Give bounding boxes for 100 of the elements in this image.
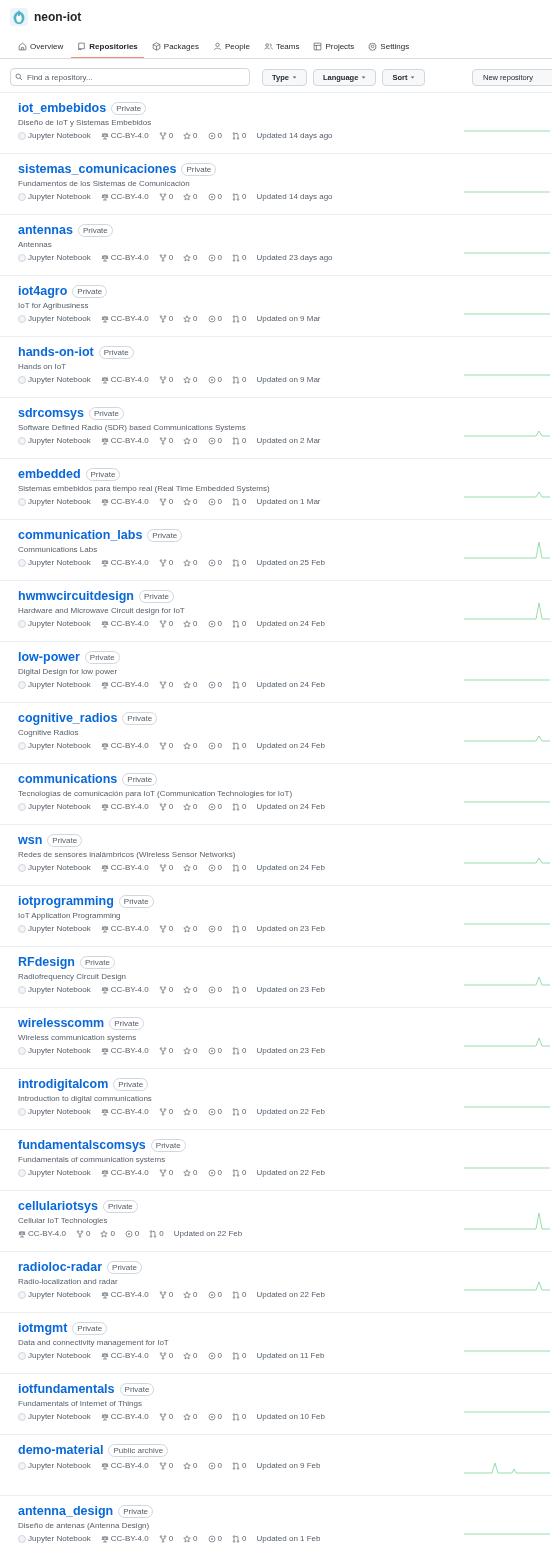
language-dot <box>18 436 26 445</box>
pull-request-icon <box>232 619 240 628</box>
repository-link[interactable]: iotmgmt <box>18 1321 68 1335</box>
license-label: CC-BY-4.0 <box>110 131 149 140</box>
star-count: 0 <box>193 314 198 323</box>
repository-link[interactable]: communications <box>18 772 118 786</box>
issue-icon <box>207 375 216 384</box>
repository-link[interactable]: sistemas_comunicaciones <box>18 162 177 176</box>
updated-time: Updated on 24 Feb <box>256 619 325 628</box>
language-dot <box>18 558 26 567</box>
org-logo-icon <box>10 8 28 26</box>
repository-link[interactable]: antennas <box>18 223 73 237</box>
updated-time: Updated on 24 Feb <box>256 741 325 750</box>
repository-link[interactable]: fundamentalscomsys <box>18 1138 146 1152</box>
issue-icon <box>207 863 216 872</box>
issue-count: 0 <box>217 375 222 384</box>
language-dot <box>18 1107 26 1116</box>
updated-time: Updated on 22 Feb <box>256 1107 325 1116</box>
repository-link[interactable]: iot4agro <box>18 284 68 298</box>
language-label: Jupyter Notebook <box>28 1412 91 1421</box>
license-label: CC-BY-4.0 <box>110 375 149 384</box>
repository-link[interactable]: antenna_design <box>18 1504 114 1518</box>
repository-link[interactable]: hands-on-iot <box>18 345 94 359</box>
language-dot <box>18 497 26 506</box>
nav-tab[interactable]: Overview <box>12 36 70 58</box>
issue-count: 0 <box>217 1351 222 1360</box>
repository-link[interactable]: hwmwcircuitdesign <box>18 589 134 603</box>
issue-icon <box>207 253 216 262</box>
fork-count: 0 <box>168 253 174 262</box>
license-label: CC-BY-4.0 <box>110 802 149 811</box>
updated-time: Updated on 10 Feb <box>256 1412 325 1421</box>
pull-request-icon <box>232 1107 240 1116</box>
issue-icon <box>207 1107 216 1116</box>
language-dot <box>18 741 26 750</box>
language-label: Jupyter Notebook <box>28 558 91 567</box>
fork-count: 0 <box>168 1168 174 1177</box>
pull-request-count: 0 <box>242 1168 247 1177</box>
repository-link[interactable]: cognitive_radios <box>18 711 118 725</box>
star-count: 0 <box>193 863 198 872</box>
nav-tab[interactable]: Teams <box>257 36 306 58</box>
pull-request-icon <box>232 680 240 689</box>
updated-time: Updated on 25 Feb <box>256 558 325 567</box>
repository-description: Fundamentals of Internet of Things <box>18 1399 143 1408</box>
scale-icon <box>100 1534 109 1543</box>
fork-icon <box>158 436 167 445</box>
nav-tab[interactable]: Repositories <box>71 36 144 58</box>
fork-icon <box>158 497 167 506</box>
star-count: 0 <box>193 497 198 506</box>
star-icon <box>183 192 192 201</box>
repository-link[interactable]: iot_embebidos <box>18 101 107 115</box>
nav-tab[interactable]: People <box>206 36 256 58</box>
repository-link[interactable]: iotfundamentals <box>18 1382 115 1396</box>
repository-link[interactable]: demo-material <box>18 1443 104 1457</box>
updated-time: Updated on 9 Mar <box>256 375 321 384</box>
scale-icon <box>100 192 109 201</box>
star-count: 0 <box>193 1534 198 1543</box>
issue-icon <box>207 314 216 323</box>
fork-count: 0 <box>168 680 174 689</box>
nav-tab[interactable]: Settings <box>362 36 416 58</box>
repository-description: Cognitive Radios <box>18 728 80 737</box>
scale-icon <box>100 1107 109 1116</box>
pull-request-icon <box>232 1351 240 1360</box>
updated-time: Updated on 2 Mar <box>256 436 321 445</box>
repository-description: IoT Application Programming <box>18 911 122 920</box>
star-icon <box>183 741 192 750</box>
language-label: Jupyter Notebook <box>28 314 91 323</box>
pull-request-icon <box>232 1412 240 1421</box>
license-label: CC-BY-4.0 <box>110 741 149 750</box>
issue-icon <box>207 1412 216 1421</box>
repository-link[interactable]: wirelesscomm <box>18 1016 105 1030</box>
repository-link[interactable]: RFdesign <box>18 955 75 969</box>
repository-description: Wireless communication systems <box>18 1033 138 1042</box>
star-icon <box>183 436 192 445</box>
repository-link[interactable]: embedded <box>18 467 81 481</box>
scale-icon <box>100 863 109 872</box>
scale-icon <box>100 741 109 750</box>
pull-request-count: 0 <box>159 1229 164 1238</box>
repository-link[interactable]: cellulariotsys <box>18 1199 98 1213</box>
repository-link[interactable]: low-power <box>18 650 80 664</box>
scale-icon <box>100 1168 109 1177</box>
fork-count: 0 <box>168 741 174 750</box>
repository-link[interactable]: iotprogramming <box>18 894 114 908</box>
scale-icon <box>18 1229 26 1238</box>
repository-description: Sistemas embebidos para tiempo real (Real Time Embedded Systems) <box>18 484 271 493</box>
scale-icon <box>100 436 109 445</box>
nav-tab[interactable]: Packages <box>145 36 205 58</box>
repository-link[interactable]: wsn <box>18 833 43 847</box>
pull-request-icon <box>232 741 240 750</box>
fork-icon <box>75 1229 84 1238</box>
repository-link[interactable]: communication_labs <box>18 528 143 542</box>
nav-tab[interactable]: Projects <box>307 36 361 58</box>
fork-icon <box>158 375 167 384</box>
repository-link[interactable]: sdrcomsys <box>18 406 84 420</box>
license-label: CC-BY-4.0 <box>110 985 149 994</box>
repository-link[interactable]: radioloc-radar <box>18 1260 103 1274</box>
repository-link[interactable]: introdigitalcom <box>18 1077 109 1091</box>
license-label: CC-BY-4.0 <box>110 1461 149 1470</box>
scale-icon <box>100 375 109 384</box>
search-field[interactable]: Find a repository... <box>10 68 250 86</box>
language-label: Jupyter Notebook <box>28 802 91 811</box>
